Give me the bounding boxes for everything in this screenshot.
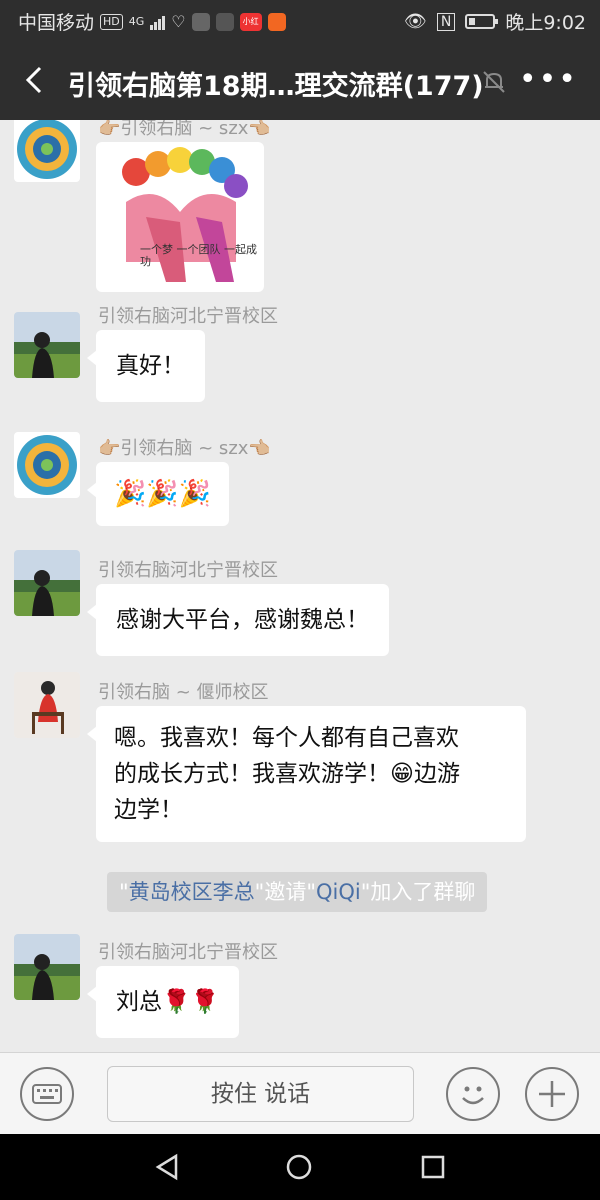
person-photo-icon <box>14 550 80 616</box>
person-photo-icon <box>14 934 80 1000</box>
back-arrow-icon <box>25 66 42 94</box>
nfc-icon: N <box>436 12 456 31</box>
notice-text: "加入了群聊 <box>360 880 476 904</box>
mute-bell-icon <box>483 71 505 93</box>
nav-home-icon[interactable] <box>284 1152 314 1182</box>
image-message[interactable]: 一个梦 一个团队 一起成功 <box>96 142 264 292</box>
chat-header: 引领右脑第18期…理交流群(177) ••• <box>0 42 600 120</box>
clock: 晚上9:02 <box>505 12 586 34</box>
input-bar: 按住 说话 <box>0 1052 600 1134</box>
system-notice: "黄岛校区李总"邀请"QiQi"加入了群聊 <box>107 872 488 912</box>
app-icon-2 <box>215 12 234 31</box>
app-icon-1 <box>191 12 210 31</box>
back-button[interactable] <box>14 60 54 100</box>
inviter-link[interactable]: 黄岛校区李总 <box>129 880 255 904</box>
heart-rate-icon: ♡ <box>171 12 186 31</box>
keyboard-toggle-button[interactable] <box>20 1067 74 1121</box>
message-line: 的成长方式！我喜欢游学！😁边游 <box>114 761 460 787</box>
message-bubble[interactable]: 嗯。我喜欢！每个人都有自己喜欢 的成长方式！我喜欢游学！😁边游 边学！ <box>87 706 526 842</box>
avatar[interactable] <box>14 432 80 498</box>
sticker-caption: 一个梦 一个团队 一起成功 <box>140 243 257 268</box>
group-title: 引领右脑第18期…理交流群(177) <box>68 71 484 102</box>
eye-icon: 👁 <box>403 11 427 32</box>
sender-name: 引领右脑河北宁晋校区 <box>98 560 278 581</box>
message-line: 边学！ <box>114 797 183 823</box>
xiaohongshu-icon: 小红书 <box>239 12 262 31</box>
smiley-icon <box>462 1086 484 1105</box>
avatar[interactable] <box>14 672 80 738</box>
avatar[interactable] <box>14 934 80 1000</box>
battery-icon <box>465 14 499 29</box>
nav-back-icon[interactable] <box>152 1152 182 1182</box>
avatar[interactable] <box>14 312 80 378</box>
hold-to-talk-button[interactable]: 按住 说话 <box>107 1066 414 1122</box>
teamwork-sticker-icon <box>122 147 248 282</box>
more-options-button[interactable]: ••• <box>519 65 578 95</box>
message-bubble[interactable]: 真好！ <box>87 330 205 402</box>
message-list[interactable]: 👉🏼引领右脑 ~ szx👈🏼 一个梦 一个团队 一起成功 引领右脑河北宁晋校区 … <box>0 120 600 1052</box>
message-bubble[interactable]: 感谢大平台，感谢魏总！ <box>87 584 389 656</box>
sender-name: 👉🏼引领右脑 ~ szx👈🏼 <box>98 120 271 139</box>
nav-recents-icon[interactable] <box>418 1152 448 1182</box>
sender-name: 引领右脑河北宁晋校区 <box>98 942 278 963</box>
emoji-button[interactable] <box>446 1067 500 1121</box>
sender-name: 👉🏼引领右脑 ~ szx👈🏼 <box>98 438 271 459</box>
emoji-message-bubble[interactable]: 🎉🎉🎉 <box>86 462 230 526</box>
message-line: 嗯。我喜欢！每个人都有自己喜欢 <box>114 725 459 751</box>
more-functions-button[interactable] <box>525 1067 579 1121</box>
notice-quote: " <box>119 880 129 904</box>
video-app-icon <box>267 12 286 31</box>
message-bubble[interactable]: 刘总🌹🌹 <box>86 966 240 1038</box>
status-bar: 中国移动 HD 4G ♡ 小红书 👁 N 晚上9:02 <box>0 0 600 42</box>
signal-icon <box>150 14 166 30</box>
notice-text: "邀请" <box>254 880 316 904</box>
person-photo-icon <box>14 672 80 738</box>
invitee-link[interactable]: QiQi <box>316 880 361 904</box>
sender-name: 引领右脑河北宁晋校区 <box>98 306 278 327</box>
avatar[interactable] <box>14 550 80 616</box>
logo-avatar-icon <box>17 120 77 179</box>
plus-icon <box>539 1081 565 1107</box>
network-label: 4G <box>128 15 145 28</box>
navigation-bar <box>0 1134 600 1200</box>
carrier-label: 中国移动 <box>18 12 95 34</box>
logo-avatar-icon <box>17 435 77 495</box>
keyboard-icon <box>32 1084 62 1104</box>
hd-badge: HD <box>100 13 123 30</box>
sender-name: 引领右脑 ~ 偃师校区 <box>98 682 269 703</box>
person-photo-icon <box>14 312 80 378</box>
avatar[interactable] <box>14 120 80 182</box>
